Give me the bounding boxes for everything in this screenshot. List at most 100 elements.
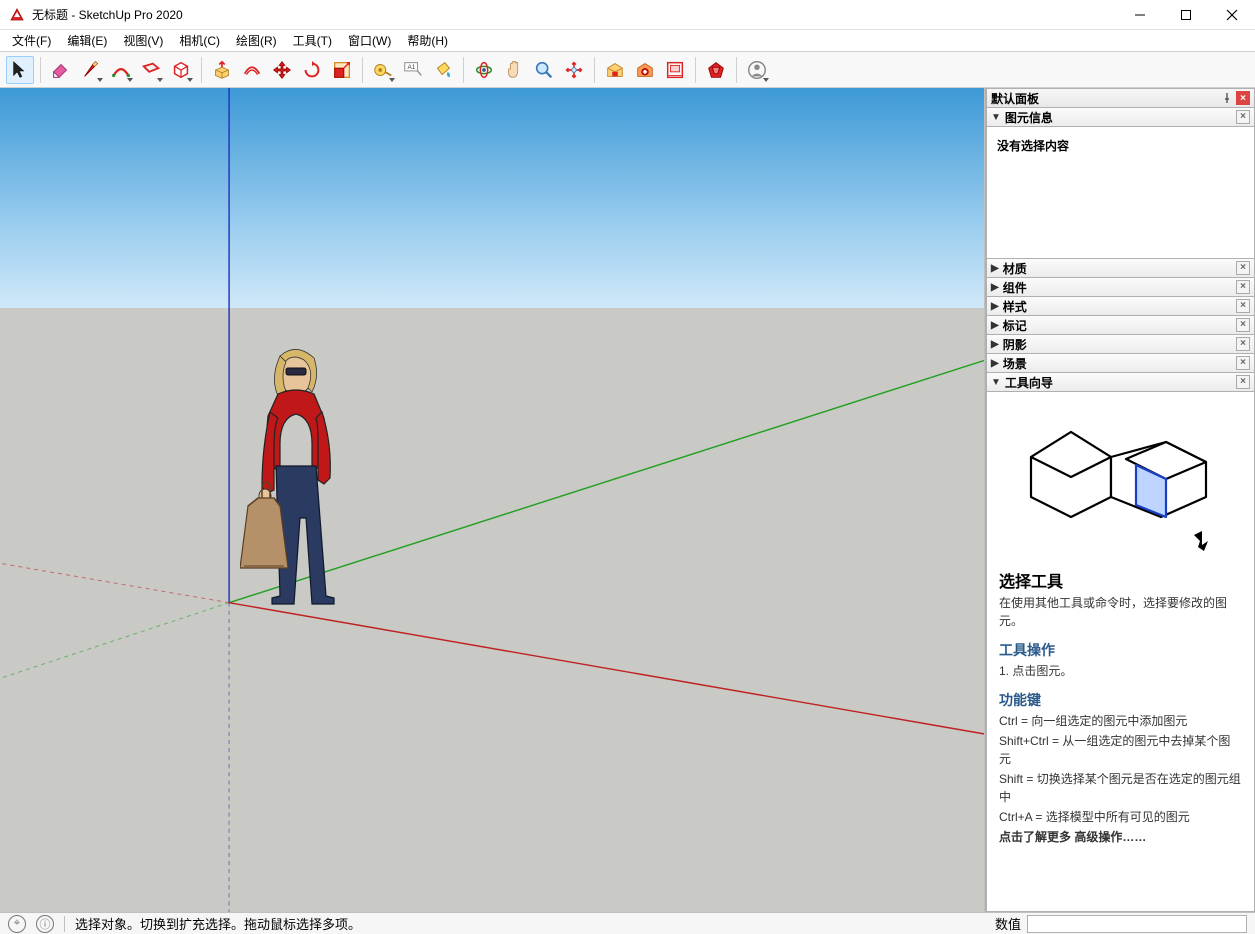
select-tool[interactable]	[6, 56, 34, 84]
scale-tool[interactable]	[328, 56, 356, 84]
panel-title: 材质	[1003, 260, 1027, 277]
expand-triangle-icon: ▶	[991, 263, 999, 274]
panel-close-button[interactable]: ×	[1236, 356, 1250, 370]
menu-item[interactable]: 绘图(R)	[228, 30, 285, 51]
instructor-body: 选择工具 在使用其他工具或命令时，选择要修改的图元。 工具操作 1. 点击图元。…	[986, 392, 1255, 912]
arc-tool[interactable]	[107, 56, 135, 84]
rectangle-tool[interactable]	[137, 56, 165, 84]
status-bar: ⌖ ⓘ 选择对象。切换到扩充选择。拖动鼠标选择多项。 数值	[0, 912, 1255, 934]
credits-icon[interactable]: ⓘ	[36, 915, 54, 933]
panel-title: 组件	[1003, 279, 1027, 296]
menu-item[interactable]: 相机(C)	[171, 30, 228, 51]
menu-item[interactable]: 文件(F)	[4, 30, 59, 51]
panel-header-instructor[interactable]: ▼ 工具向导 ×	[986, 373, 1255, 392]
send-to-layout-button[interactable]	[661, 56, 689, 84]
line-tool[interactable]	[77, 56, 105, 84]
instructor-keys-title: 功能键	[999, 690, 1242, 710]
panel-title: 图元信息	[1005, 109, 1053, 126]
expand-triangle-icon: ▶	[991, 320, 999, 331]
orbit-tool[interactable]	[470, 56, 498, 84]
vcb-label: 数值	[995, 914, 1021, 933]
collapse-triangle-icon: ▼	[991, 112, 1001, 123]
menu-item[interactable]: 工具(T)	[285, 30, 340, 51]
rotate-tool[interactable]	[298, 56, 326, 84]
tray-title-bar[interactable]: 默认面板 ×	[986, 88, 1255, 108]
instructor-key-line: Ctrl+A = 选择模型中所有可见的图元	[999, 808, 1242, 826]
title-bar: 无标题 - SketchUp Pro 2020	[0, 0, 1255, 30]
menu-item[interactable]: 帮助(H)	[399, 30, 456, 51]
instructor-op-step: 1. 点击图元。	[999, 662, 1242, 680]
entity-info-text: 没有选择内容	[997, 139, 1069, 153]
tray-title: 默认面板	[991, 90, 1039, 107]
expand-triangle-icon: ▶	[991, 358, 999, 369]
panel-header-collapsed[interactable]: ▶ 场景 ×	[986, 354, 1255, 373]
entity-info-body: 没有选择内容	[986, 127, 1255, 259]
geo-location-icon[interactable]: ⌖	[8, 915, 26, 933]
panel-header-collapsed[interactable]: ▶ 样式 ×	[986, 297, 1255, 316]
panel-close-button[interactable]: ×	[1236, 110, 1250, 124]
paint-bucket-tool[interactable]	[429, 56, 457, 84]
axes-overlay	[0, 88, 984, 912]
window-title: 无标题 - SketchUp Pro 2020	[32, 6, 1117, 23]
expand-triangle-icon: ▶	[991, 282, 999, 293]
move-tool[interactable]	[268, 56, 296, 84]
panel-close-button[interactable]: ×	[1236, 375, 1250, 389]
zoom-extents-tool[interactable]	[560, 56, 588, 84]
main-toolbar: A1	[0, 52, 1255, 88]
minimize-button[interactable]	[1117, 0, 1163, 30]
svg-text:A1: A1	[408, 64, 416, 71]
panel-title: 场景	[1003, 355, 1027, 372]
pan-tool[interactable]	[500, 56, 528, 84]
offset-tool[interactable]	[238, 56, 266, 84]
scale-figure-person	[240, 348, 370, 608]
ruby-console-button[interactable]	[702, 56, 730, 84]
pin-icon[interactable]	[1220, 91, 1234, 105]
3d-viewport[interactable]	[0, 88, 985, 912]
menu-item[interactable]: 编辑(E)	[59, 30, 115, 51]
menu-bar: 文件(F)编辑(E)视图(V)相机(C)绘图(R)工具(T)窗口(W)帮助(H)	[0, 30, 1255, 52]
panel-close-button[interactable]: ×	[1236, 337, 1250, 351]
instructor-key-line: Shift+Ctrl = 从一组选定的图元中去掉某个图元	[999, 732, 1242, 768]
panel-header-entity-info[interactable]: ▼ 图元信息 ×	[986, 108, 1255, 127]
tape-measure-tool[interactable]	[369, 56, 397, 84]
sketchup-app-icon	[8, 6, 26, 24]
expand-triangle-icon: ▶	[991, 339, 999, 350]
status-hint: 选择对象。切换到扩充选择。拖动鼠标选择多项。	[75, 914, 361, 933]
panel-title: 阴影	[1003, 336, 1027, 353]
push-pull-tool[interactable]	[208, 56, 236, 84]
vcb-input[interactable]	[1027, 915, 1247, 933]
panel-header-collapsed[interactable]: ▶ 组件 ×	[986, 278, 1255, 297]
panel-title: 工具向导	[1005, 374, 1053, 391]
user-account-button[interactable]	[743, 56, 771, 84]
instructor-illustration	[999, 402, 1242, 562]
collapse-triangle-icon: ▼	[991, 377, 1001, 388]
panel-close-button[interactable]: ×	[1236, 318, 1250, 332]
text-tool[interactable]: A1	[399, 56, 427, 84]
instructor-key-line: Shift = 切换选择某个图元是否在选定的图元组中	[999, 770, 1242, 806]
zoom-tool[interactable]	[530, 56, 558, 84]
tray-close-button[interactable]: ×	[1236, 91, 1250, 105]
close-button[interactable]	[1209, 0, 1255, 30]
eraser-tool[interactable]	[47, 56, 75, 84]
maximize-button[interactable]	[1163, 0, 1209, 30]
default-tray: 默认面板 × ▼ 图元信息 × 没有选择内容 ▶材质×▶组件×▶样式×▶标记×▶…	[985, 88, 1255, 912]
instructor-op-title: 工具操作	[999, 640, 1242, 660]
panel-close-button[interactable]: ×	[1236, 261, 1250, 275]
panel-header-collapsed[interactable]: ▶ 标记 ×	[986, 316, 1255, 335]
expand-triangle-icon: ▶	[991, 301, 999, 312]
instructor-key-line: Ctrl = 向一组选定的图元中添加图元	[999, 712, 1242, 730]
3d-warehouse-button[interactable]	[601, 56, 629, 84]
panel-title: 样式	[1003, 298, 1027, 315]
circle-tool[interactable]	[167, 56, 195, 84]
instructor-more-link[interactable]: 点击了解更多 高级操作……	[999, 828, 1242, 846]
panel-close-button[interactable]: ×	[1236, 299, 1250, 313]
panel-title: 标记	[1003, 317, 1027, 334]
instructor-tool-desc: 在使用其他工具或命令时，选择要修改的图元。	[999, 594, 1242, 630]
instructor-tool-name: 选择工具	[999, 568, 1242, 592]
panel-header-collapsed[interactable]: ▶ 阴影 ×	[986, 335, 1255, 354]
menu-item[interactable]: 窗口(W)	[340, 30, 399, 51]
menu-item[interactable]: 视图(V)	[115, 30, 171, 51]
panel-header-collapsed[interactable]: ▶ 材质 ×	[986, 259, 1255, 278]
extension-warehouse-button[interactable]	[631, 56, 659, 84]
panel-close-button[interactable]: ×	[1236, 280, 1250, 294]
